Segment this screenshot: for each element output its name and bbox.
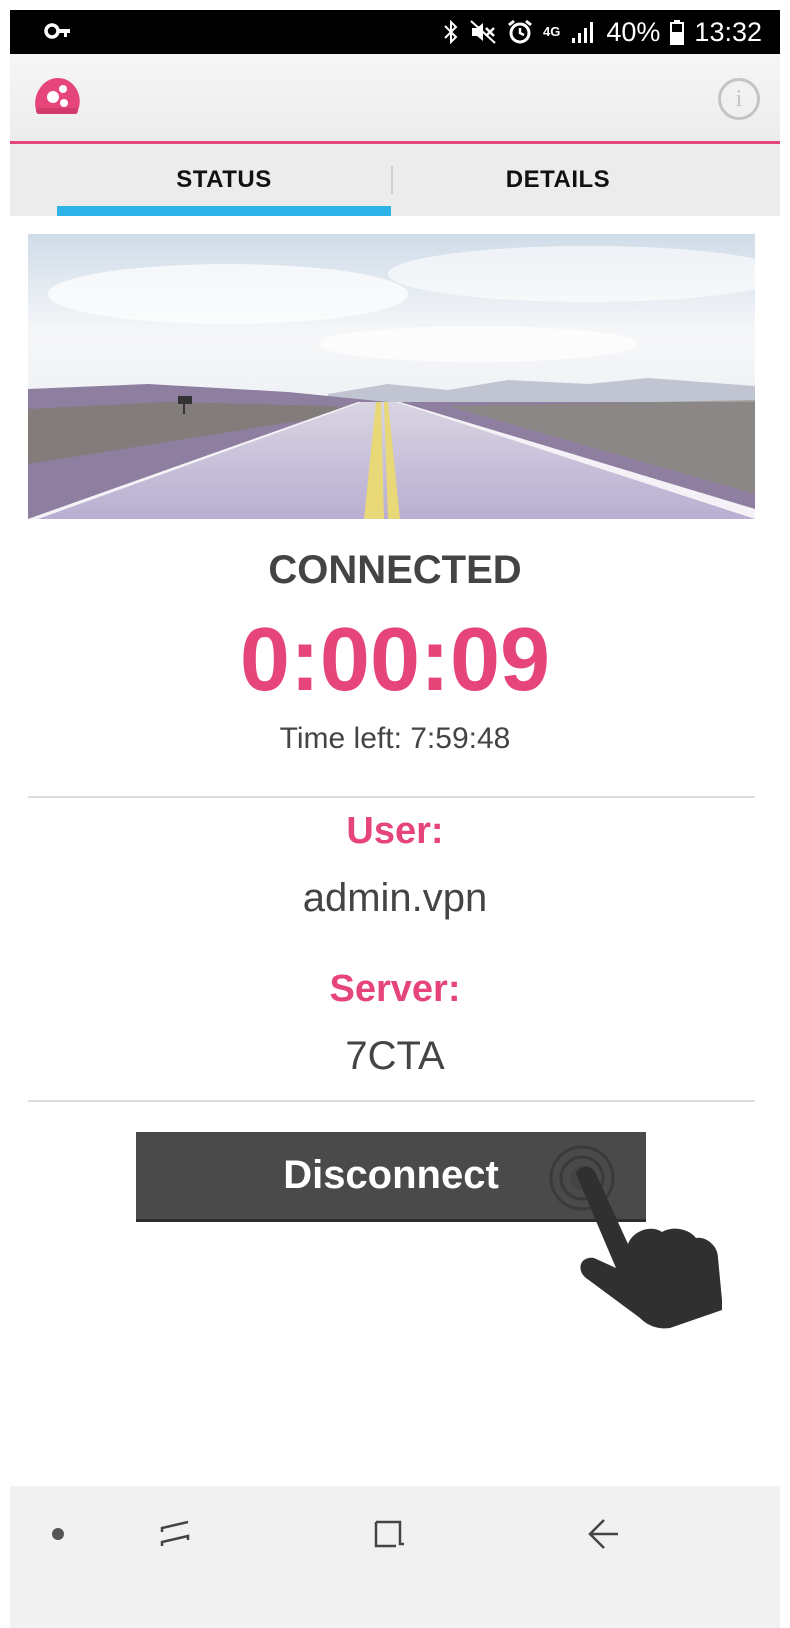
system-nav-bar	[10, 1486, 780, 1628]
disconnect-label: Disconnect	[283, 1153, 499, 1197]
signal-icon	[570, 20, 596, 44]
server-value: 7CTA	[345, 1034, 445, 1078]
battery-percent: 40%	[606, 16, 661, 47]
clock: 13:32	[694, 16, 762, 47]
network-type-label: 4G	[543, 24, 561, 39]
info-icon: i	[735, 85, 743, 112]
back-icon[interactable]	[586, 1514, 622, 1559]
battery-icon	[670, 19, 685, 45]
tab-bar: STATUS DETAILS	[10, 144, 780, 216]
user-value: admin.vpn	[302, 876, 488, 920]
divider	[28, 796, 755, 798]
time-left: Time left: 7:59:48	[10, 722, 780, 756]
active-tab-indicator	[57, 206, 391, 216]
user-label: User:	[346, 810, 444, 852]
server-label: Server:	[329, 968, 461, 1010]
status-bar: 4G 40% 13:32	[10, 10, 780, 54]
app-screen: 4G 40% 13:32 i STATUS DETAILS CONNECTED …	[10, 10, 780, 1628]
tap-hand-icon	[546, 1140, 726, 1345]
time-left-label: Time left:	[279, 722, 411, 755]
info-button[interactable]: i	[718, 78, 760, 120]
app-toolbar: i	[10, 54, 780, 144]
mute-icon	[469, 19, 497, 45]
tab-details-label: DETAILS	[505, 166, 611, 193]
alarm-icon	[507, 19, 533, 45]
tab-status-label: STATUS	[176, 166, 272, 193]
vpn-key-icon	[44, 20, 72, 47]
bluetooth-icon	[443, 19, 459, 45]
elapsed-timer: 0:00:09	[239, 610, 551, 710]
app-logo-icon	[32, 76, 82, 121]
recents-icon[interactable]	[158, 1514, 192, 1559]
divider	[28, 1100, 755, 1102]
connection-status: CONNECTED	[268, 548, 522, 592]
4g-icon: 4G	[543, 24, 561, 39]
home-icon[interactable]	[372, 1514, 408, 1559]
time-left-value: 7:59:48	[410, 722, 511, 755]
dot-icon[interactable]	[50, 1526, 66, 1547]
road-banner-image	[28, 234, 755, 519]
tab-details[interactable]: DETAILS	[391, 144, 725, 216]
